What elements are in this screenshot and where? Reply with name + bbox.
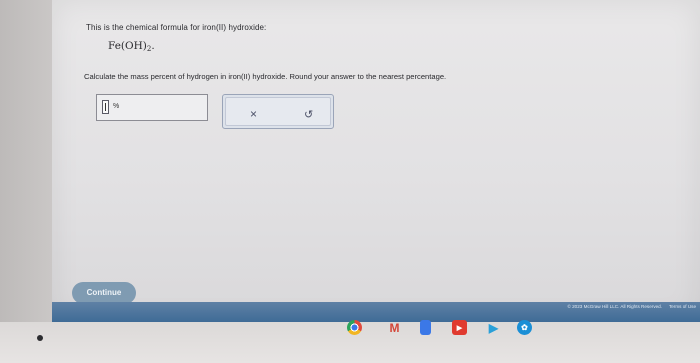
continue-button[interactable]: Continue — [72, 282, 136, 304]
answer-tools-panel: × ↺ — [222, 94, 334, 129]
copyright-text: © 2023 McGraw Hill LLC. All Rights Reser… — [567, 304, 662, 309]
screen-bezel — [0, 0, 52, 322]
footer-bar: © 2023 McGraw Hill LLC. All Rights Reser… — [52, 302, 700, 322]
question-text: Calculate the mass percent of hydrogen i… — [84, 72, 447, 81]
formula-main: Fe(OH) — [108, 40, 147, 52]
answer-input[interactable]: % — [96, 94, 208, 121]
chrome-icon[interactable] — [347, 320, 362, 335]
terms-link[interactable]: Terms of Use — [669, 304, 696, 309]
percent-unit: % — [113, 103, 120, 110]
undo-icon[interactable]: ↺ — [304, 108, 313, 121]
launcher-icon[interactable] — [37, 335, 43, 341]
photos-icon[interactable]: ✿ — [517, 320, 532, 335]
chemical-formula: Fe(OH)2. — [108, 40, 155, 53]
formula-end: . — [151, 40, 155, 52]
docs-icon[interactable] — [420, 320, 431, 335]
tools-inner: × ↺ — [225, 97, 331, 126]
gmail-icon[interactable]: M — [387, 320, 402, 335]
input-cursor-box[interactable] — [102, 100, 109, 114]
problem-intro: This is the chemical formula for iron(II… — [86, 23, 267, 32]
youtube-icon[interactable]: ▶ — [452, 320, 467, 335]
clear-icon[interactable]: × — [250, 107, 257, 121]
play-store-icon[interactable]: ▶ — [486, 320, 501, 335]
